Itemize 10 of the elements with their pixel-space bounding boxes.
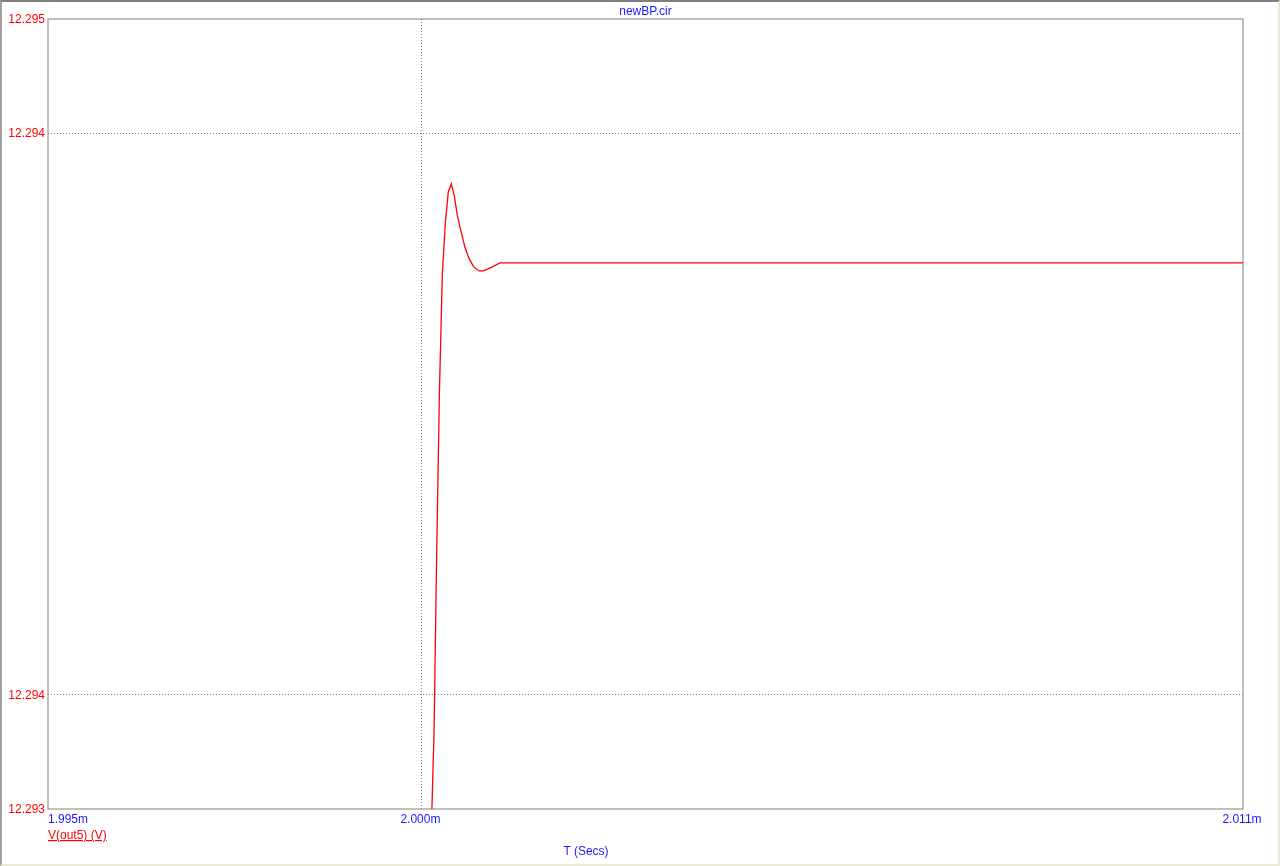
y-tick-label: 12.294 [8,126,45,141]
x-tick-label: 2.000m [400,812,441,826]
legend-label[interactable]: V(out5) (V) [48,828,107,842]
plot-title: newBP.cir [619,4,672,18]
x-tick-label: 2.011m [1222,812,1262,826]
y-tick-label: 12.294 [8,687,45,702]
y-tick-label: 12.295 [8,12,45,26]
x-axis-label: T (Secs) [563,844,609,858]
x-tick-label: 1.995m [48,812,89,826]
y-tick-label: 12.293 [8,802,45,816]
